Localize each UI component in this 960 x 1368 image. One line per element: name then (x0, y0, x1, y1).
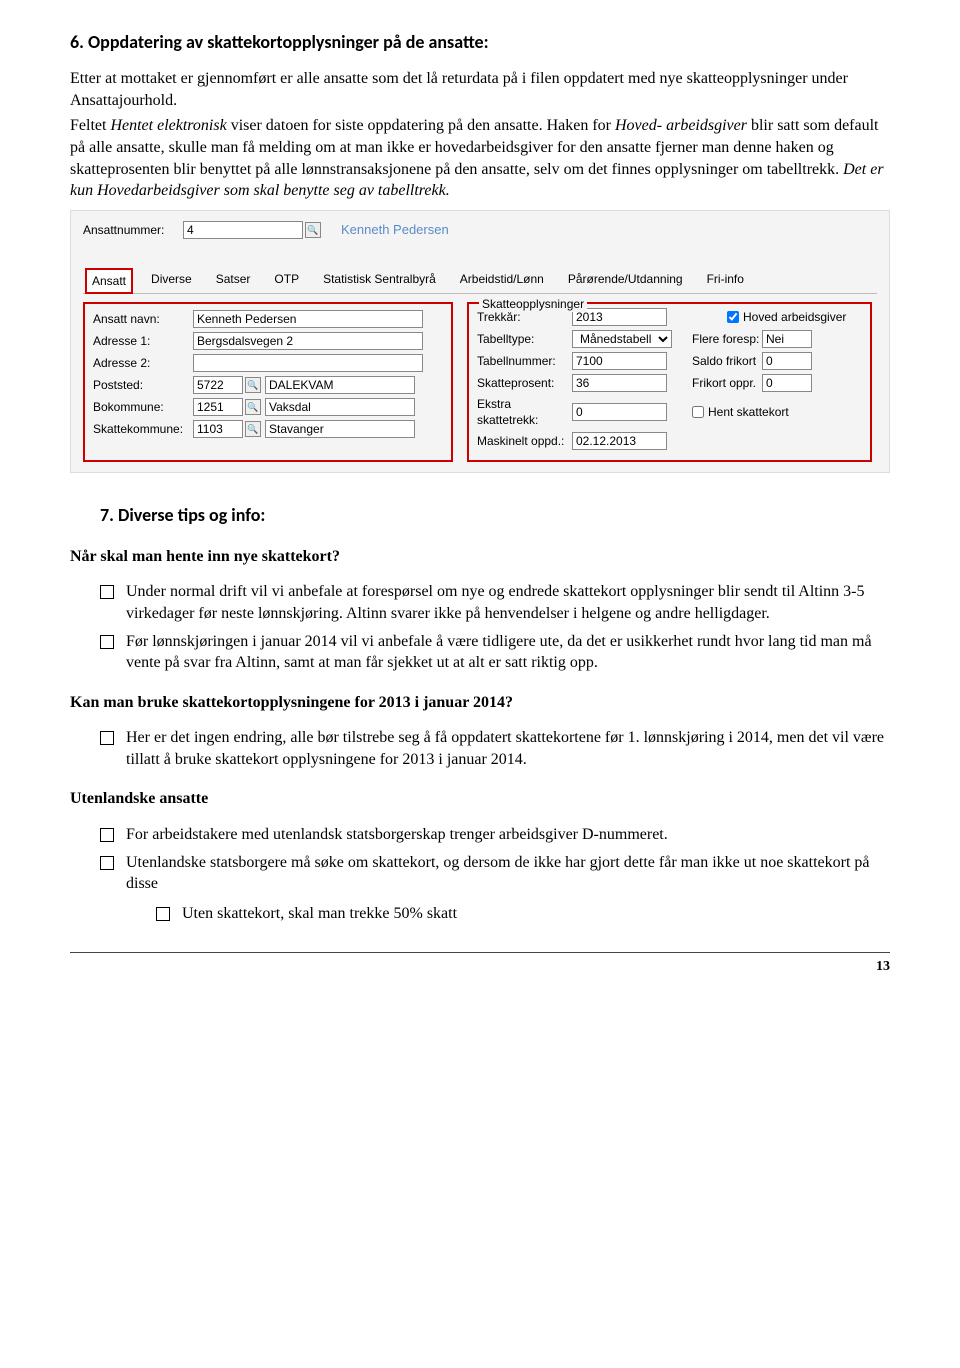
question-3: Utenlandske ansatte (70, 788, 890, 810)
italic-term-hoved: Hoved- arbeidsgiver (615, 117, 747, 134)
tab-parorende[interactable]: Pårørende/Utdanning (562, 267, 689, 293)
adresse2-label: Adresse 2: (93, 355, 193, 371)
list-item: Utenlandske statsborgere må søke om skat… (100, 852, 890, 925)
skatteopplysninger-panel: Skatteopplysninger Trekkår: Hoved arbeid… (467, 302, 872, 462)
tabellnummer-input[interactable] (572, 352, 667, 370)
section-6-paragraph-2: Feltet Hentet elektronisk viser datoen f… (70, 115, 890, 201)
search-icon[interactable]: 🔍 (305, 222, 321, 238)
skattekommune-name-input[interactable] (265, 420, 415, 438)
question-1-list: Under normal drift vil vi anbefale at fo… (70, 581, 890, 673)
list-item: Før lønnskjøringen i januar 2014 vil vi … (100, 631, 890, 674)
flere-foresp-label: Flere foresp: (692, 331, 762, 347)
frikort-oppr-label: Frikort oppr. (692, 375, 762, 391)
question-3-sublist: Uten skattekort, skal man trekke 50% ska… (126, 903, 890, 925)
list-item: Her er det ingen endring, alle bør tilst… (100, 727, 890, 770)
tabelltype-select[interactable]: Månedstabell (572, 330, 672, 348)
tab-ssb[interactable]: Statistisk Sentralbyrå (317, 267, 442, 293)
bokommune-name-input[interactable] (265, 398, 415, 416)
tab-arbeidstid[interactable]: Arbeidstid/Lønn (454, 267, 550, 293)
group-title: Skatteopplysninger (479, 296, 587, 312)
question-3-list: For arbeidstakere med utenlandsk statsbo… (70, 824, 890, 924)
hoved-arbeidsgiver-checkbox[interactable] (727, 311, 739, 323)
question-1: Når skal man hente inn nye skattekort? (70, 546, 890, 568)
hoved-arbeidsgiver-label: Hoved arbeidsgiver (743, 309, 846, 325)
skatteprosent-input[interactable] (572, 374, 667, 392)
saldo-frikort-label: Saldo frikort (692, 353, 762, 369)
question-2-list: Her er det ingen endring, alle bør tilst… (70, 727, 890, 770)
employee-form-screenshot: Ansattnummer: 🔍 Kenneth Pedersen Ansatt … (70, 210, 890, 474)
tab-bar: Ansatt Diverse Satser OTP Statistisk Sen… (83, 267, 877, 294)
poststed-label: Poststed: (93, 377, 193, 393)
skattekommune-label: Skattekommune: (93, 421, 193, 437)
bokommune-nr-input[interactable] (193, 398, 243, 416)
adresse1-label: Adresse 1: (93, 333, 193, 349)
section-7-heading: 7. Diverse tips og info: (100, 503, 890, 527)
employee-name-display: Kenneth Pedersen (341, 221, 449, 239)
search-icon[interactable]: 🔍 (245, 421, 261, 437)
navn-label: Ansatt navn: (93, 311, 193, 327)
frikort-oppr-input[interactable] (762, 374, 812, 392)
section-6-paragraph-1: Etter at mottaket er gjennomført er alle… (70, 68, 890, 111)
tab-satser[interactable]: Satser (210, 267, 257, 293)
postnr-input[interactable] (193, 376, 243, 394)
text: Utenlandske statsborgere må søke om skat… (126, 854, 870, 893)
skatteprosent-label: Skatteprosent: (477, 375, 572, 391)
question-2: Kan man bruke skattekortopplysningene fo… (70, 692, 890, 714)
search-icon[interactable]: 🔍 (245, 377, 261, 393)
tab-otp[interactable]: OTP (268, 267, 305, 293)
saldo-frikort-input[interactable] (762, 352, 812, 370)
flere-foresp-input[interactable] (762, 330, 812, 348)
list-item: For arbeidstakere med utenlandsk statsbo… (100, 824, 890, 846)
text: viser datoen for siste oppdatering på de… (227, 117, 615, 134)
ansattnummer-input[interactable] (183, 221, 303, 239)
ekstra-trekk-input[interactable] (572, 403, 667, 421)
tab-friinfo[interactable]: Fri-info (701, 267, 750, 293)
ekstra-trekk-label: Ekstra skattetrekk: (477, 396, 572, 428)
maskinelt-label: Maskinelt oppd.: (477, 433, 572, 449)
tabelltype-label: Tabelltype: (477, 331, 572, 347)
adresse1-input[interactable] (193, 332, 423, 350)
skattekommune-nr-input[interactable] (193, 420, 243, 438)
ansattnummer-label: Ansattnummer: (83, 222, 183, 238)
search-icon[interactable]: 🔍 (245, 399, 261, 415)
tab-ansatt[interactable]: Ansatt (85, 268, 133, 294)
tabellnummer-label: Tabellnummer: (477, 353, 572, 369)
section-6-heading: 6. Oppdatering av skattekortopplysninger… (70, 30, 890, 54)
hent-skattekort-label: Hent skattekort (708, 404, 789, 420)
page-number: 13 (70, 958, 890, 977)
hent-skattekort-checkbox[interactable] (692, 406, 704, 418)
poststed-input[interactable] (265, 376, 415, 394)
adresse2-input[interactable] (193, 354, 423, 372)
tab-diverse[interactable]: Diverse (145, 267, 198, 293)
italic-term-hentet: Hentet elektronisk (110, 117, 226, 134)
maskinelt-input[interactable] (572, 432, 667, 450)
list-item: Under normal drift vil vi anbefale at fo… (100, 581, 890, 624)
text: Feltet (70, 117, 110, 134)
list-item: Uten skattekort, skal man trekke 50% ska… (156, 903, 890, 925)
left-panel: Ansatt navn: Adresse 1: Adresse 2: Posts… (83, 302, 453, 462)
navn-input[interactable] (193, 310, 423, 328)
bokommune-label: Bokommune: (93, 399, 193, 415)
